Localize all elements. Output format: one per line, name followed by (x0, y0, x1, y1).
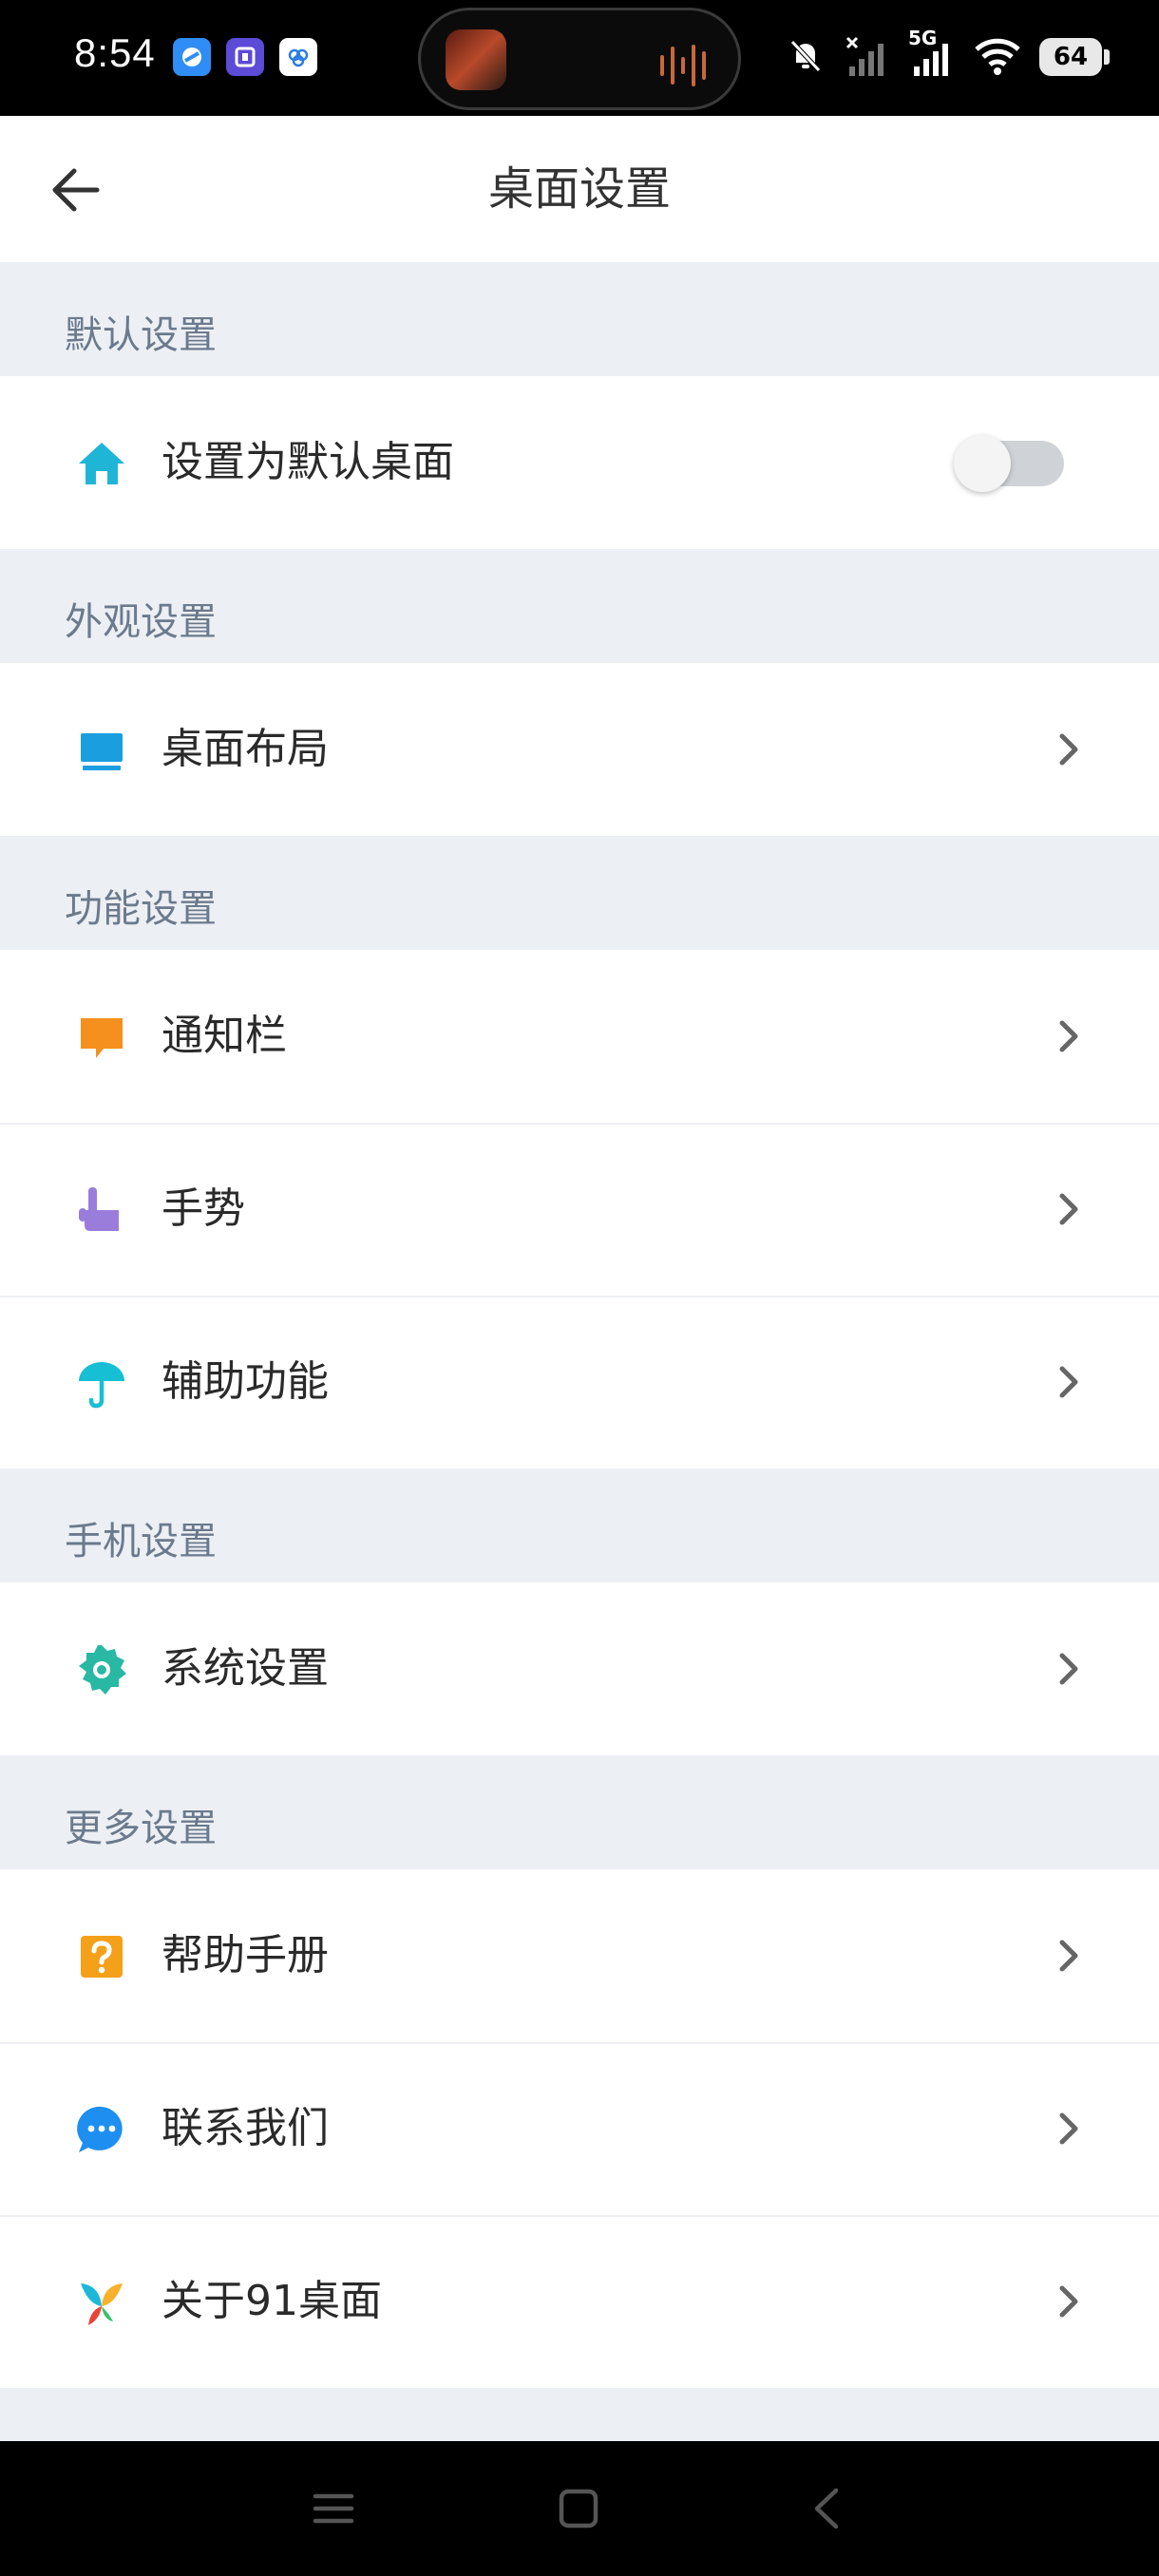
row-label: 设置为默认桌面 (162, 438, 454, 486)
accessibility-row[interactable]: 辅助功能 (0, 1296, 1159, 1468)
section-header-features: 功能设置 (0, 836, 1159, 950)
settings-list: 默认设置 设置为默认桌面 外观设置 桌面布局 功能设置 通知栏 手势 辅助功能 … (0, 262, 1159, 2449)
chevron-right-icon (1045, 1645, 1092, 1693)
mute-bell-icon (785, 34, 826, 80)
set-default-launcher-row[interactable]: 设置为默认桌面 (0, 376, 1159, 549)
row-label: 手势 (162, 1184, 245, 1233)
chevron-right-icon (1045, 2105, 1092, 2152)
contact-us-row[interactable]: 联系我们 (0, 2042, 1159, 2215)
chevron-right-icon (1045, 1185, 1092, 1233)
recent-apps-button[interactable] (302, 2477, 365, 2540)
monitor-icon (74, 723, 129, 778)
status-time: 8:54 (74, 30, 156, 75)
umbrella-icon (74, 1355, 129, 1411)
butterfly-logo-icon (74, 2275, 129, 2330)
list-bottom-spacer (0, 2388, 1159, 2449)
chevron-right-icon (1045, 1932, 1092, 1979)
notification-bar-row[interactable]: 通知栏 (0, 950, 1159, 1123)
row-label: 系统设置 (162, 1644, 329, 1693)
section-header-phone: 手机设置 (0, 1468, 1159, 1582)
desktop-layout-row[interactable]: 桌面布局 (0, 663, 1159, 836)
signal-no-sim-icon (844, 32, 891, 82)
menu-icon (313, 2493, 354, 2524)
status-icons: 5G 64 (785, 27, 1110, 85)
status-bar: 8:54 5G 64 (0, 0, 1159, 116)
wifi-icon (973, 34, 1022, 80)
system-navigation-bar (0, 2441, 1159, 2576)
about-row[interactable]: 关于91桌面 (0, 2215, 1159, 2388)
hand-pointer-icon (74, 1183, 129, 1238)
default-launcher-toggle[interactable] (954, 435, 1064, 492)
chevron-left-icon (814, 2488, 839, 2529)
chevron-right-icon (1045, 2278, 1092, 2325)
cloud-app-icon (279, 38, 317, 76)
gesture-row[interactable]: 手势 (0, 1123, 1159, 1296)
help-manual-row[interactable]: 帮助手册 (0, 1869, 1159, 2042)
dynamic-island[interactable] (418, 8, 741, 110)
section-header-appearance: 外观设置 (0, 549, 1159, 663)
chevron-right-icon (1045, 1013, 1092, 1060)
audio-visualizer-icon (660, 45, 706, 86)
page-title: 桌面设置 (487, 162, 671, 216)
chat-icon (74, 2102, 129, 2157)
row-label: 联系我们 (162, 2104, 329, 2152)
square-icon (559, 2489, 598, 2529)
home-button[interactable] (547, 2477, 610, 2540)
section-header-default: 默认设置 (0, 262, 1159, 376)
toggle-knob (954, 435, 1011, 492)
chevron-right-icon (1045, 726, 1092, 773)
system-back-button[interactable] (796, 2477, 859, 2540)
row-label: 通知栏 (162, 1012, 287, 1060)
row-label: 辅助功能 (162, 1357, 329, 1406)
signal-5g-icon: 5G (908, 27, 956, 82)
battery-indicator: 64 (1039, 38, 1110, 76)
media-thumbnail (446, 29, 506, 90)
system-settings-row[interactable]: 系统设置 (0, 1582, 1159, 1755)
row-label: 关于91桌面 (162, 2277, 382, 2325)
app-header: 桌面设置 (0, 116, 1159, 262)
help-icon (74, 1929, 129, 1984)
tieba-icon (226, 38, 264, 76)
home-icon (74, 436, 129, 491)
section-header-more: 更多设置 (0, 1755, 1159, 1869)
chevron-right-icon (1045, 1358, 1092, 1406)
notification-bubble-icon (74, 1010, 129, 1065)
gear-icon (74, 1642, 129, 1697)
row-label: 桌面布局 (162, 725, 329, 773)
browser-icon (173, 38, 211, 76)
row-label: 帮助手册 (162, 1931, 329, 1979)
